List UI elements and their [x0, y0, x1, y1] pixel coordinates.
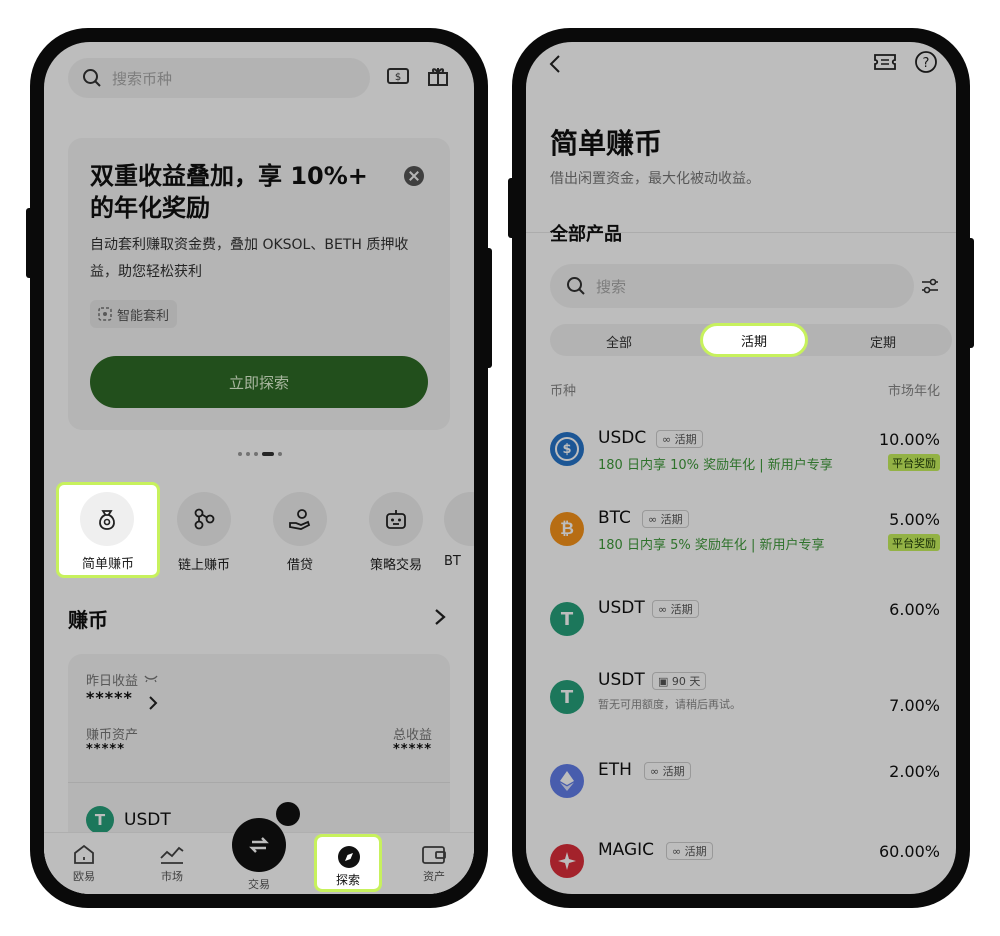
chevron-right-icon[interactable]: [432, 608, 448, 626]
tab-trade-label: 交易: [248, 878, 270, 891]
product-search-input[interactable]: 搜索: [550, 264, 914, 308]
product-row-btc[interactable]: ₿ BTC ∞ 活期 5.00% 180 日内享 5% 奖励年化 | 新用户专享…: [526, 504, 956, 574]
phone-frame-left: 搜索币种 $ 双重收益叠加，享 10%+ 的年化奖励 自动套利赚取资金费，叠加 …: [26, 28, 492, 908]
filter-sliders-icon[interactable]: [920, 276, 940, 296]
feature-loan[interactable]: 借贷: [252, 488, 348, 580]
promo-banner: 双重收益叠加，享 10%+ 的年化奖励 自动套利赚取资金费，叠加 OKSOL、B…: [68, 138, 450, 430]
flexible-badge: ∞ 活期: [644, 762, 691, 780]
tab-market[interactable]: 市场: [142, 843, 202, 884]
ticket-icon[interactable]: [872, 50, 898, 74]
product-row-magic[interactable]: MAGIC ∞ 活期 60.00%: [526, 836, 956, 894]
chain-nodes-icon: [194, 508, 215, 530]
feature-more-partial[interactable]: BT: [444, 488, 474, 580]
flexible-badge: ∞ 活期: [652, 600, 699, 618]
carousel-dots[interactable]: [238, 452, 282, 456]
svg-text:$: $: [395, 72, 401, 83]
all-products-heading: 全部产品: [550, 224, 622, 245]
dollar-ticket-icon[interactable]: $: [386, 64, 410, 88]
coin-search-bar[interactable]: 搜索币种: [68, 58, 370, 98]
tab-assets[interactable]: 资产: [404, 843, 464, 884]
search-icon: [83, 69, 101, 87]
product-row-usdt-flexible[interactable]: T USDT ∞ 活期 6.00%: [526, 594, 956, 664]
term-badge: ▣ 90 天: [652, 672, 707, 690]
smart-arbitrage-tag[interactable]: 智能套利: [90, 300, 178, 328]
eye-off-icon[interactable]: [144, 672, 158, 684]
column-coin: 币种: [550, 384, 577, 399]
page-title: 简单赚币: [550, 127, 663, 160]
eth-coin-icon: [550, 764, 584, 798]
feature-onchain-earn[interactable]: 链上赚币: [156, 488, 252, 580]
product-row-eth[interactable]: ETH ∞ 活期 2.00%: [526, 756, 956, 826]
flexible-badge: ∞ 活期: [656, 430, 703, 448]
highlight-tab-explore[interactable]: 探索: [314, 834, 382, 892]
banner-title: 双重收益叠加，享 10%+ 的年化奖励: [90, 162, 368, 222]
segment-flexible[interactable]: 活期: [700, 323, 808, 357]
platform-reward-badge: 平台奖励: [888, 534, 940, 551]
notification-badge-icon: [276, 802, 300, 826]
swap-arrows-icon: [249, 837, 269, 853]
magic-coin-icon: [550, 844, 584, 878]
earn-coin-usdt[interactable]: T USDT: [86, 806, 171, 834]
phone-frame-right: ? 简单赚币 借出闲置资金，最大化被动收益。 全部产品 搜索 全部 定期 币种 …: [508, 28, 974, 908]
earn-section-title: 赚币: [68, 608, 108, 632]
usdt-coin-icon: T: [550, 680, 584, 714]
feature-strategy-trading[interactable]: 策略交易: [348, 488, 444, 580]
search-icon: [567, 277, 585, 295]
page-subtitle: 借出闲置资金，最大化被动收益。: [550, 171, 760, 187]
usdt-coin-icon: T: [550, 602, 584, 636]
usdc-coin-icon: $: [550, 432, 584, 466]
product-row-usdc[interactable]: $ USDC ∞ 活期 10.00% 180 日内享 10% 奖励年化 | 新用…: [526, 424, 956, 494]
explore-now-button[interactable]: 立即探索: [90, 356, 428, 408]
hand-coin-icon: [289, 509, 311, 530]
explore-screen: 搜索币种 $ 双重收益叠加，享 10%+ 的年化奖励 自动套利赚取资金费，叠加 …: [44, 42, 474, 894]
svg-text:?: ?: [923, 56, 930, 71]
money-bag-icon: [99, 510, 115, 530]
coin-search-placeholder: 搜索币种: [112, 69, 173, 88]
back-arrow-icon[interactable]: [548, 54, 562, 74]
segment-fixed[interactable]: 定期: [870, 332, 896, 351]
wallet-icon: [422, 846, 446, 864]
flexible-badge: ∞ 活期: [666, 842, 713, 860]
highlight-simple-earn[interactable]: 简单赚币: [56, 482, 160, 578]
robot-icon: [386, 510, 406, 529]
platform-reward-badge: 平台奖励: [888, 454, 940, 471]
flexible-badge: ∞ 活期: [642, 510, 689, 528]
banner-description: 自动套利赚取资金费，叠加 OKSOL、BETH 质押收益，助您轻松获利: [90, 237, 409, 280]
trade-center-button[interactable]: [232, 818, 286, 872]
usdt-coin-icon: T: [86, 806, 114, 834]
arbitrage-icon: [98, 307, 112, 321]
compass-icon: [338, 846, 360, 868]
product-row-usdt-90d[interactable]: T USDT ▣ 90 天 7.00% 暂无可用额度，请稍后再试。: [526, 666, 956, 736]
gift-icon[interactable]: [426, 64, 450, 88]
btc-coin-icon: ₿: [550, 512, 584, 546]
chart-line-icon: [160, 846, 184, 864]
home-icon: [74, 844, 94, 864]
help-icon[interactable]: ?: [914, 50, 938, 74]
tab-home[interactable]: 欧易: [54, 843, 114, 884]
chevron-right-icon[interactable]: [148, 696, 158, 710]
segment-all[interactable]: 全部: [606, 332, 632, 351]
column-market-apr: 市场年化: [887, 384, 940, 399]
simple-earn-screen: ? 简单赚币 借出闲置资金，最大化被动收益。 全部产品 搜索 全部 定期 币种 …: [526, 42, 956, 894]
close-icon[interactable]: [404, 166, 424, 186]
